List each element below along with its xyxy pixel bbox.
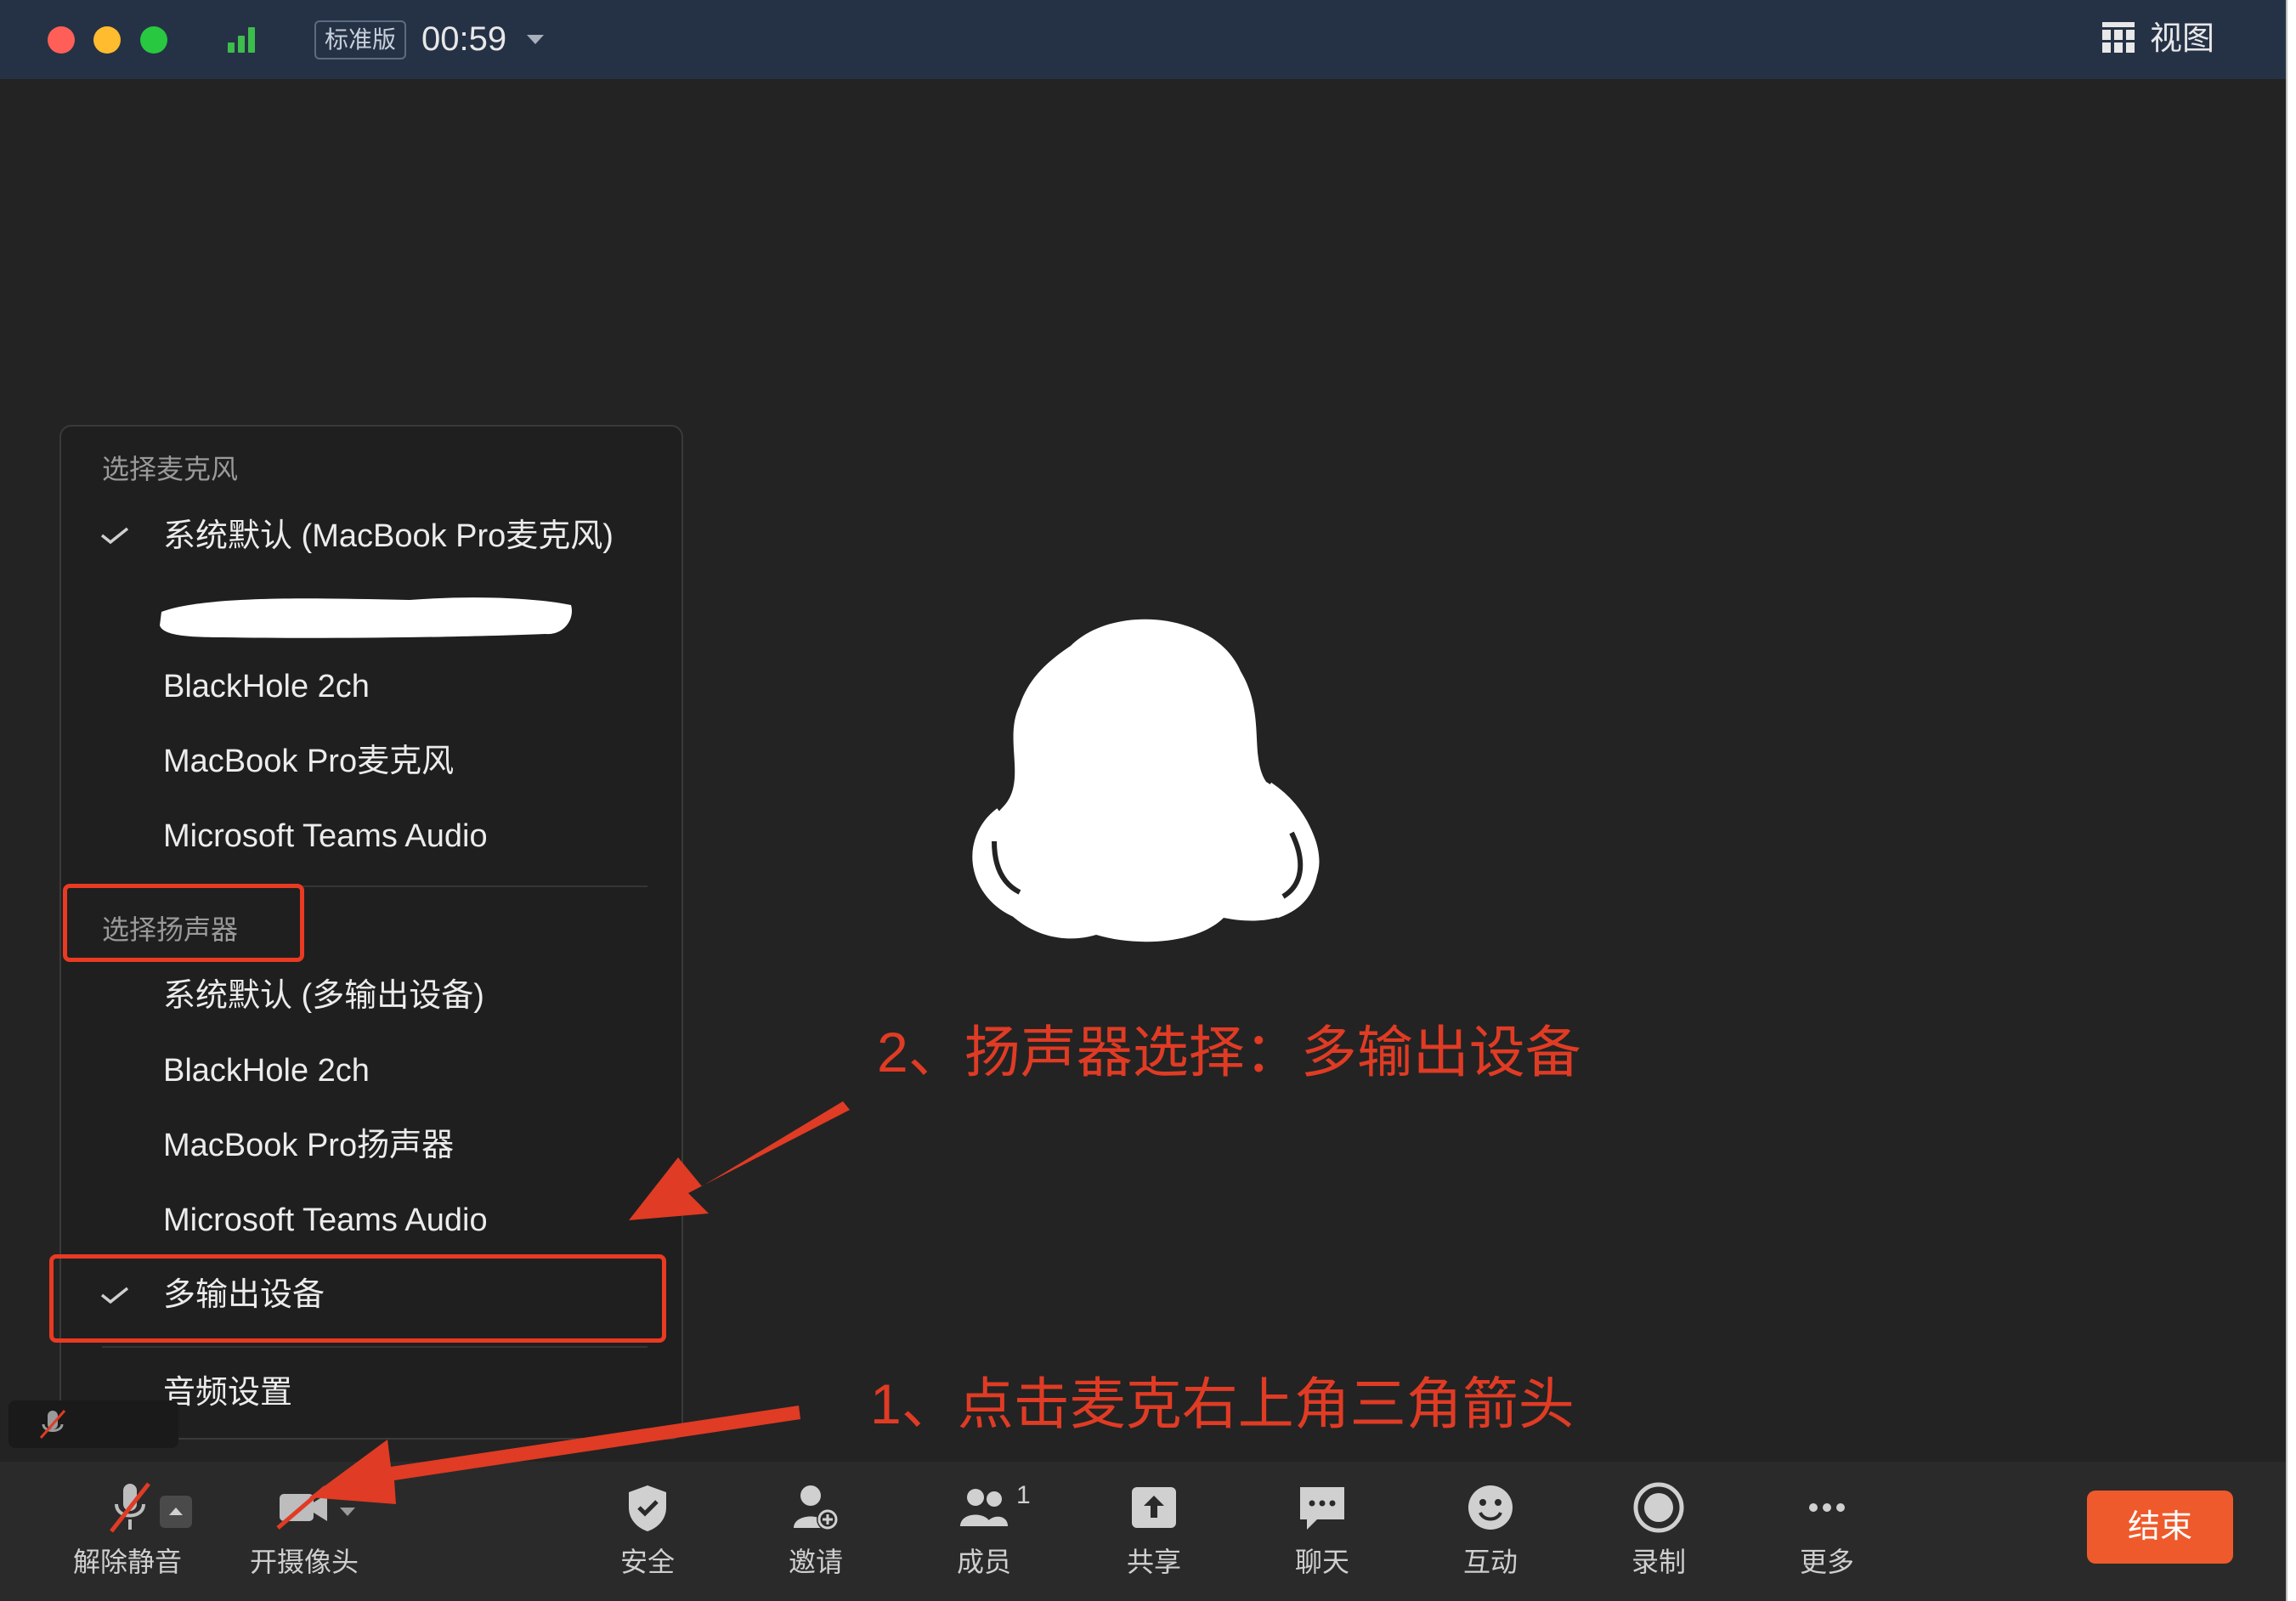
mic-section-header: 选择麦克风 [102,454,239,484]
share-label: 共享 [1126,1547,1181,1577]
edition-badge: 标准版 [314,20,407,59]
close-window-button[interactable] [48,26,75,54]
start-video-button[interactable]: 开摄像头 [245,1480,364,1579]
participant-count: 1 [1016,1481,1031,1509]
participant-avatar [972,619,1320,942]
more-button[interactable]: 更多 [1767,1480,1886,1579]
network-signal-icon[interactable] [228,25,262,53]
invite-label: 邀请 [788,1547,843,1577]
speaker-item-blackhole[interactable]: BlackHole 2ch [163,1048,370,1094]
annotation-step-1: 1、点击麦克右上角三角箭头 [870,1372,1575,1435]
mic-options-button[interactable] [160,1496,192,1528]
start-video-label: 开摄像头 [249,1547,359,1577]
minimize-window-button[interactable] [93,26,121,54]
menu-divider [102,1346,648,1348]
participants-label: 成员 [956,1547,1011,1577]
add-person-icon [794,1485,839,1530]
mic-item-macbook[interactable]: MacBook Pro麦克风 [163,738,454,784]
reactions-button[interactable]: 互动 [1431,1480,1550,1579]
maximize-window-button[interactable] [140,26,167,54]
audio-settings-item[interactable]: 音频设置 [163,1370,292,1416]
mic-item-system-default[interactable]: 系统默认 (MacBook Pro麦克风) [163,513,614,559]
speaker-item-teams[interactable]: Microsoft Teams Audio [163,1197,488,1243]
title-bar: 标准版 00:59 视图 [0,0,2286,79]
highlight-speaker-header [63,884,304,962]
more-dots-icon [1809,1503,1845,1512]
reactions-label: 互动 [1462,1547,1518,1577]
more-label: 更多 [1799,1547,1854,1577]
unmute-label: 解除静音 [72,1547,182,1577]
chat-button[interactable]: 聊天 [1263,1480,1382,1579]
chat-label: 聊天 [1294,1547,1349,1577]
meeting-toolbar: 解除静音 开摄像头 安全 邀请 成员 1 共享 聊天 互动 录制 更多 结束 [0,1462,2286,1601]
security-label: 安全 [619,1547,675,1577]
record-button[interactable]: 录制 [1599,1480,1718,1579]
checkmark-icon [100,527,129,544]
security-button[interactable]: 安全 [588,1480,707,1579]
video-options-caret[interactable] [340,1508,355,1516]
record-label: 录制 [1631,1547,1686,1577]
shield-icon [629,1485,666,1531]
video-off-icon [276,1485,327,1530]
mic-item-blackhole[interactable]: BlackHole 2ch [163,664,370,710]
annotation-step-2: 2、扬声器选择：多输出设备 [877,1021,1581,1083]
people-icon [960,1489,1008,1526]
redacted-device-name[interactable] [155,586,580,646]
view-button[interactable]: 视图 [2150,17,2214,61]
share-screen-icon [1132,1487,1176,1528]
muted-mic-icon [110,1482,150,1533]
grid-view-icon[interactable] [2102,22,2135,53]
muted-mic-icon [39,1410,66,1439]
record-icon [1633,1482,1684,1533]
chat-bubble-icon [1300,1487,1344,1530]
invite-button[interactable]: 邀请 [756,1480,875,1579]
self-view-tile[interactable] [8,1400,178,1448]
speaker-item-system-default[interactable]: 系统默认 (多输出设备) [163,973,484,1019]
meeting-window: 标准版 00:59 视图 选择麦克风 系统默认 (MacBook Pro麦克风) [0,0,2288,1601]
speaker-item-macbook[interactable]: MacBook Pro扬声器 [163,1123,454,1168]
chevron-down-icon[interactable] [527,35,544,44]
meeting-timer[interactable]: 00:59 [421,17,506,61]
mic-item-teams[interactable]: Microsoft Teams Audio [163,813,488,859]
highlight-multi-output [49,1254,666,1343]
share-button[interactable]: 共享 [1094,1480,1213,1579]
caret-up-icon [169,1508,183,1515]
smiley-icon [1468,1485,1513,1530]
end-meeting-button[interactable]: 结束 [2087,1491,2233,1564]
